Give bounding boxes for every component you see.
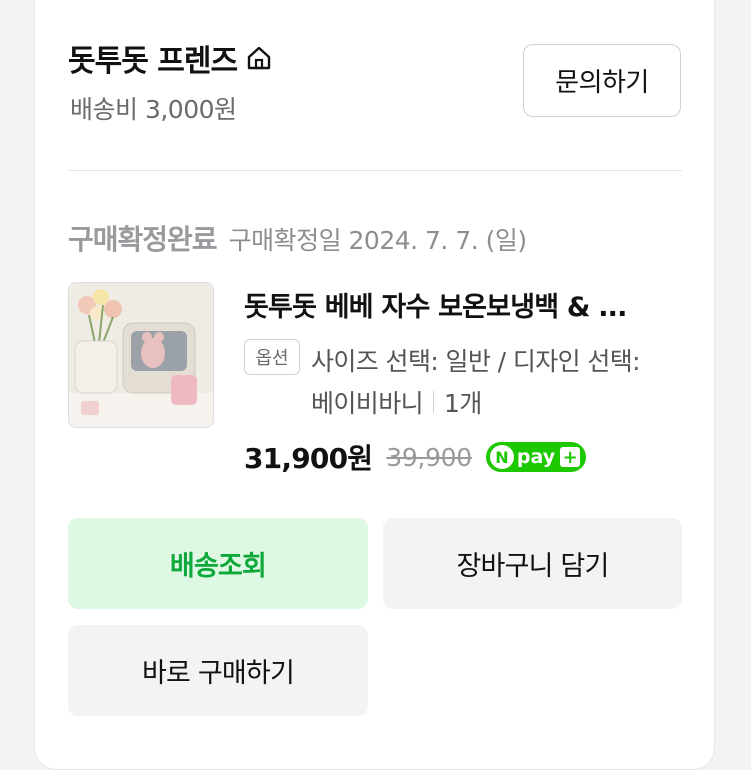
shipping-fee: 배송비 3,000원 <box>70 95 237 124</box>
order-status-row: 구매확정완료 구매확정일 2024. 7. 7. (일) <box>68 218 527 258</box>
separator <box>433 391 435 413</box>
store-name[interactable]: 돗투돗 프렌즈 <box>68 36 238 80</box>
original-price: 39,900 <box>386 442 472 472</box>
confirm-date: 구매확정일 2024. 7. 7. (일) <box>228 226 528 255</box>
buy-now-button[interactable]: 바로 구매하기 <box>68 625 368 716</box>
product-title[interactable]: 돗투돗 베베 자수 보온보냉백 & ... <box>244 285 684 324</box>
option-text: 사이즈 선택: 일반 / 디자인 선택: <box>311 347 641 376</box>
order-status: 구매확정완료 <box>68 223 218 256</box>
option-text-continued: 베이비바니 1개 <box>311 384 482 420</box>
product-thumbnail[interactable] <box>68 282 214 428</box>
price-row: 31,900원 39,900 N pay + <box>244 437 586 477</box>
track-delivery-button[interactable]: 배송조회 <box>68 518 368 609</box>
quantity: 1개 <box>444 389 482 418</box>
option-badge: 옵션 <box>244 339 300 375</box>
npay-plus-badge: N pay + <box>485 442 586 472</box>
add-to-cart-button[interactable]: 장바구니 담기 <box>383 518 682 609</box>
home-icon[interactable] <box>245 44 273 72</box>
divider <box>68 170 682 171</box>
npay-text: pay <box>516 446 556 468</box>
product-image <box>69 283 213 427</box>
npay-n-icon: N <box>489 445 514 469</box>
inquiry-button[interactable]: 문의하기 <box>523 44 681 117</box>
sale-price: 31,900원 <box>244 442 373 475</box>
option-design: 베이비바니 <box>311 389 424 418</box>
store-name-row[interactable]: 돗투돗 프렌즈 <box>68 36 273 80</box>
plus-icon: + <box>560 447 581 468</box>
